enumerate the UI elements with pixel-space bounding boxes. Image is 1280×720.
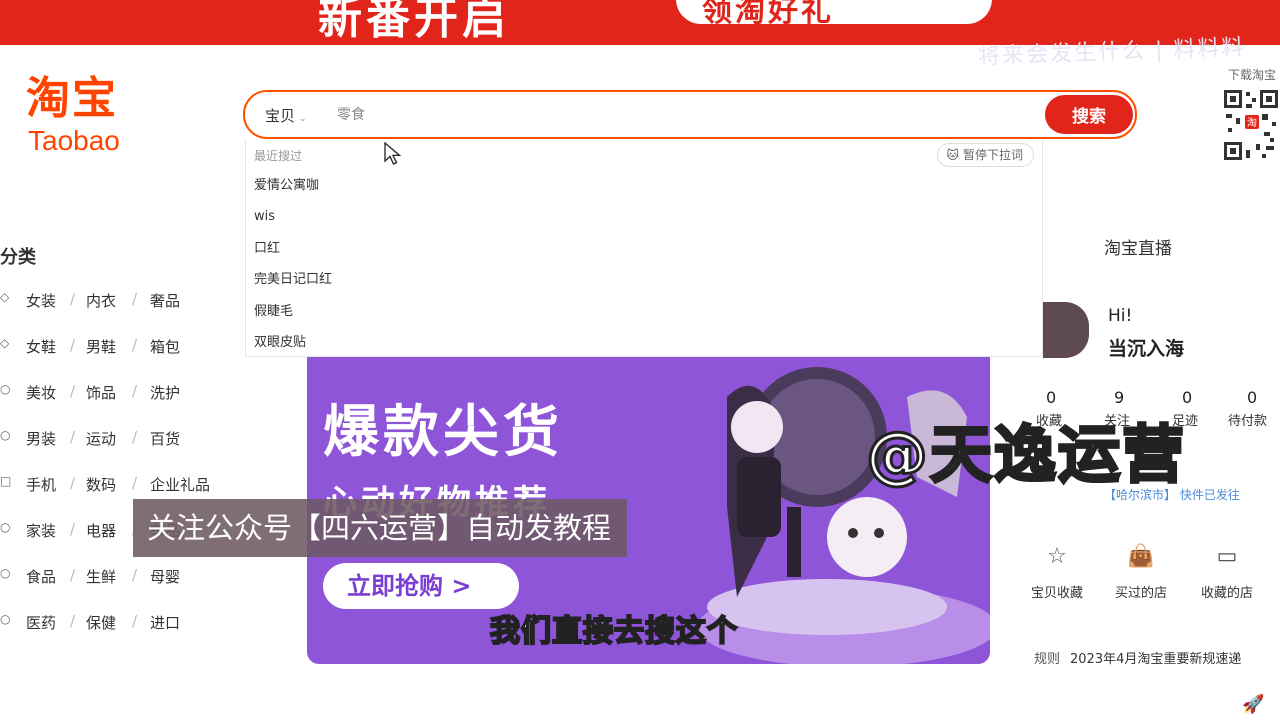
category-separator: / xyxy=(70,382,76,400)
star-icon: ☆ xyxy=(1047,544,1067,569)
banner-headline: 新番开启 xyxy=(318,0,510,44)
category-separator: / xyxy=(70,290,76,308)
promo-buy-button[interactable]: 立即抢购 > xyxy=(323,563,519,609)
search-bar: 宝贝⌄ 搜索 xyxy=(243,90,1137,139)
rules-notice[interactable]: 规则 2023年4月淘宝重要新规速递 xyxy=(1034,648,1241,667)
follow-caption-bar: 关注公众号【四六运营】自动发教程 xyxy=(133,499,627,557)
category-link[interactable]: 美妆 xyxy=(26,382,56,403)
rules-label: 规则 xyxy=(1034,652,1061,667)
suggestion-item[interactable]: wis xyxy=(246,201,1042,232)
chevron-down-icon: ⌄ xyxy=(299,114,307,124)
suggestion-item[interactable]: 双眼皮贴 xyxy=(246,327,1042,358)
suggestion-item[interactable]: 爱情公寓咖 xyxy=(246,170,1042,201)
quick-link-saved-shops[interactable]: ▭ 收藏的店 xyxy=(1192,542,1262,601)
rocket-icon[interactable]: 🚀 xyxy=(1242,694,1264,715)
search-type-label: 宝贝 xyxy=(265,107,296,125)
shoe-icon: ◇ xyxy=(0,336,10,350)
category-link[interactable]: 企业礼品 xyxy=(150,474,210,495)
search-suggestion-dropdown: 最近搜过 🐱 暂停下拉词 爱情公寓咖 wis 口红 完美日记口红 假睫毛 双眼皮贴 xyxy=(245,140,1043,357)
quick-link-label: 买过的店 xyxy=(1114,586,1167,601)
category-link[interactable]: 洗护 xyxy=(150,382,180,403)
category-separator: / xyxy=(132,566,138,584)
suggestion-item[interactable]: 口红 xyxy=(246,233,1042,264)
food-icon: ○ xyxy=(0,566,11,580)
category-separator: / xyxy=(70,336,76,354)
category-link[interactable]: 母婴 xyxy=(150,566,180,587)
recent-searches-label: 最近搜过 xyxy=(254,149,303,163)
category-separator: / xyxy=(70,566,76,584)
quick-link-label: 宝贝收藏 xyxy=(1030,586,1083,601)
home-icon: ○ xyxy=(0,520,11,534)
category-link[interactable]: 进口 xyxy=(150,612,180,633)
banner-pill[interactable]: 领淘好礼 xyxy=(676,0,992,29)
menswear-icon: ○ xyxy=(0,428,11,442)
greeting-hi: Hi! xyxy=(1108,306,1133,326)
rules-text: 2023年4月淘宝重要新规速递 xyxy=(1070,652,1242,667)
disable-suggestions-label: 暂停下拉词 xyxy=(962,148,1023,162)
svg-text:淘: 淘 xyxy=(1247,116,1257,129)
category-separator: / xyxy=(132,474,138,492)
category-link[interactable]: 饰品 xyxy=(86,382,116,403)
username[interactable]: 当沉入海 xyxy=(1108,334,1184,361)
search-input[interactable] xyxy=(335,102,935,128)
quick-link-label: 收藏的店 xyxy=(1200,586,1253,601)
medicine-icon: ○ xyxy=(0,612,11,626)
category-separator: / xyxy=(132,290,138,308)
category-separator: / xyxy=(70,474,76,492)
category-link[interactable]: 数码 xyxy=(86,474,116,495)
category-link[interactable]: 女装 xyxy=(26,290,56,311)
category-separator: / xyxy=(70,520,76,538)
category-link[interactable]: 生鲜 xyxy=(86,566,116,587)
mouse-cursor-icon xyxy=(384,142,402,165)
shop-icon: ▭ xyxy=(1216,544,1238,569)
phone-icon: □ xyxy=(0,474,12,488)
logo-chinese: 淘宝 xyxy=(26,73,118,124)
category-separator: / xyxy=(70,428,76,446)
category-separator: / xyxy=(132,428,138,446)
suggestion-item[interactable]: 完美日记口红 xyxy=(246,264,1042,295)
suggestion-item[interactable]: 假睫毛 xyxy=(246,296,1042,327)
category-link[interactable]: 手机 xyxy=(26,474,56,495)
avatar[interactable] xyxy=(1043,302,1089,358)
category-link[interactable]: 医药 xyxy=(26,612,56,633)
category-separator: / xyxy=(132,612,138,630)
category-link[interactable]: 内衣 xyxy=(86,290,116,311)
category-separator: / xyxy=(70,612,76,630)
category-link[interactable]: 女鞋 xyxy=(26,336,56,357)
disable-suggestions-button[interactable]: 🐱 暂停下拉词 xyxy=(937,143,1034,167)
category-link[interactable]: 家装 xyxy=(26,520,56,541)
stat-label[interactable]: 待付款 xyxy=(1228,410,1267,429)
category-link[interactable]: 运动 xyxy=(86,428,116,449)
search-button[interactable]: 搜索 xyxy=(1045,95,1133,134)
category-link[interactable]: 百货 xyxy=(150,428,180,449)
bag-icon: 👜 xyxy=(1127,544,1155,569)
category-link[interactable]: 食品 xyxy=(26,566,56,587)
logo-english: Taobao xyxy=(28,125,120,156)
qr-download-label: 下载淘宝 xyxy=(1228,68,1277,82)
taobao-live-link[interactable]: 淘宝直播 xyxy=(1104,234,1172,259)
category-link[interactable]: 电器 xyxy=(86,520,116,541)
promo-title: 爆款尖货 xyxy=(323,400,563,465)
makeup-icon: ○ xyxy=(0,382,11,396)
quick-link-favorites[interactable]: ☆ 宝贝收藏 xyxy=(1022,542,1092,601)
category-link[interactable]: 男装 xyxy=(26,428,56,449)
banner-pill-label: 领淘好礼 xyxy=(702,0,834,29)
qr-code-icon[interactable]: 淘 xyxy=(1222,86,1280,162)
category-title: 分类 xyxy=(0,247,36,268)
taobao-logo[interactable]: 淘宝 Taobao xyxy=(26,74,166,164)
video-subtitle: 我们直接去搜这个 xyxy=(489,613,738,650)
category-separator: / xyxy=(132,336,138,354)
category-link[interactable]: 男鞋 xyxy=(86,336,116,357)
watermark-text: @天逸运营 xyxy=(864,417,1187,493)
stat-count[interactable]: 0 xyxy=(1247,388,1257,407)
category-link[interactable]: 箱包 xyxy=(150,336,180,357)
cat-face-icon: 🐱 xyxy=(946,148,959,162)
category-link[interactable]: 奢品 xyxy=(150,290,180,311)
category-link[interactable]: 保健 xyxy=(86,612,116,633)
quick-link-bought-shops[interactable]: 👜 买过的店 xyxy=(1106,542,1176,601)
clothing-icon: ◇ xyxy=(0,290,10,304)
category-separator: / xyxy=(132,382,138,400)
search-type-dropdown[interactable]: 宝贝 ⌄ xyxy=(265,105,307,126)
